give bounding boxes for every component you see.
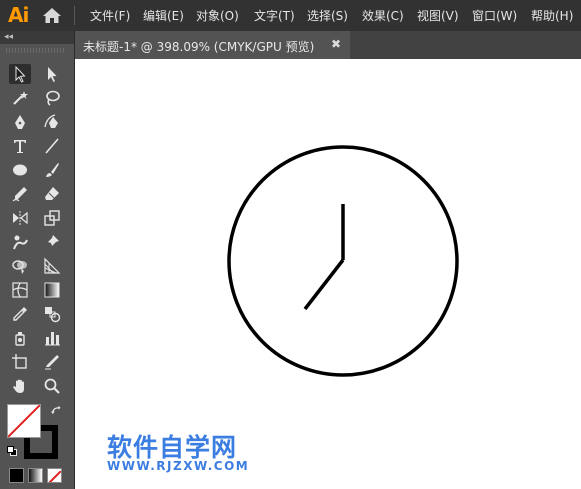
pen-tool[interactable] — [9, 112, 31, 132]
gradient-tool[interactable] — [41, 280, 63, 300]
menu-object[interactable]: 对象(O) — [196, 7, 239, 24]
pen-nib-icon — [15, 115, 25, 129]
magic-wand-tool[interactable] — [9, 88, 31, 108]
artboard-tool[interactable] — [9, 352, 31, 372]
menu-edit[interactable]: 编辑(E) — [143, 7, 184, 24]
zoom-tool[interactable] — [41, 376, 63, 396]
gradient-icon — [44, 282, 60, 298]
magic-wand-icon — [13, 91, 28, 105]
watermark-url: WWW.RJZXW.COM — [107, 459, 250, 473]
home-icon[interactable] — [42, 7, 62, 24]
menu-divider — [74, 6, 75, 25]
puppet-warp-icon — [13, 235, 28, 250]
menu-effect[interactable]: 效果(C) — [362, 7, 404, 24]
perspective-grid-icon — [44, 257, 61, 274]
slice-tool[interactable] — [41, 352, 63, 372]
scale-tool[interactable] — [41, 208, 63, 228]
blend-tool[interactable] — [41, 304, 63, 324]
default-fill-stroke-icon[interactable] — [7, 446, 17, 456]
shape-builder-tool[interactable] — [9, 256, 31, 276]
scale-icon — [44, 210, 60, 226]
panel-grip[interactable] — [6, 48, 66, 53]
puppet-warp-tool[interactable] — [9, 232, 31, 252]
paintbrush-icon — [46, 163, 59, 177]
color-mode-none-button[interactable] — [47, 468, 62, 483]
color-mode-color-button[interactable] — [9, 468, 24, 483]
fill-stroke-swatches — [6, 404, 66, 460]
mesh-tool[interactable] — [9, 280, 31, 300]
clock-icon[interactable] — [75, 59, 581, 489]
selection-arrow-icon — [15, 65, 26, 83]
line-segment-icon — [45, 138, 59, 154]
document-tab[interactable]: 未标题-1* @ 398.09% (CMYK/GPU 预览) ✖ — [75, 31, 350, 59]
symbol-sprayer-tool[interactable] — [9, 328, 31, 348]
blend-icon — [45, 307, 61, 323]
lasso-icon — [46, 90, 60, 106]
eyedropper-tool[interactable] — [9, 304, 31, 324]
menu-window[interactable]: 窗口(W) — [472, 7, 517, 24]
artboard-icon — [12, 354, 27, 369]
ellipse-tool[interactable] — [9, 160, 31, 180]
app-logo[interactable]: Ai — [8, 3, 29, 27]
shaper-tool[interactable] — [9, 184, 31, 204]
swap-fill-stroke-icon[interactable] — [51, 405, 62, 416]
perspective-grid-tool[interactable] — [41, 256, 63, 276]
paintbrush-tool[interactable] — [41, 160, 63, 180]
panel-header: ◂◂ — [0, 31, 74, 44]
tools-panel: ◂◂ — [0, 31, 75, 489]
column-graph-tool[interactable] — [41, 328, 63, 348]
ellipse-icon — [13, 164, 27, 176]
shape-builder-icon — [12, 260, 27, 274]
curvature-pen-icon — [44, 114, 58, 128]
close-tab-icon[interactable]: ✖ — [331, 37, 341, 51]
menu-view[interactable]: 视图(V) — [417, 7, 459, 24]
direct-selection-tool[interactable] — [41, 64, 63, 84]
menu-select[interactable]: 选择(S) — [307, 7, 348, 24]
curvature-tool[interactable] — [41, 112, 63, 132]
document-tab-title: 未标题-1* @ 398.09% (CMYK/GPU 预览) — [83, 40, 315, 54]
clock-hour-hand — [303, 258, 345, 311]
eraser-tool[interactable] — [41, 184, 63, 204]
mesh-grid-icon — [12, 282, 28, 298]
zoom-magnifier-icon — [44, 378, 60, 394]
reflect-tool[interactable] — [9, 208, 31, 228]
type-t-icon — [14, 140, 26, 153]
pin-icon — [46, 235, 59, 248]
menu-help[interactable]: 帮助(H) — [531, 7, 573, 24]
selection-tool[interactable] — [9, 64, 31, 84]
free-transform-tool[interactable] — [41, 232, 63, 252]
reflect-icon — [13, 211, 28, 225]
symbol-sprayer-icon — [15, 332, 25, 346]
collapse-panel-icon[interactable]: ◂◂ — [4, 31, 13, 43]
eyedropper-icon — [13, 307, 27, 321]
type-tool[interactable] — [9, 136, 31, 156]
direct-selection-arrow-icon — [48, 67, 57, 82]
shaper-pencil-icon — [12, 187, 27, 202]
color-mode-gradient-button[interactable] — [28, 468, 43, 483]
slice-knife-icon — [45, 355, 59, 370]
eraser-icon — [45, 187, 59, 200]
column-graph-icon — [45, 332, 60, 346]
hand-icon — [13, 379, 24, 393]
document-tab-bar: 未标题-1* @ 398.09% (CMYK/GPU 预览) ✖ — [75, 31, 581, 59]
menu-bar: Ai 文件(F) 编辑(E) 对象(O) 文字(T) 选择(S) 效果(C) 视… — [0, 0, 581, 31]
line-segment-tool[interactable] — [41, 136, 63, 156]
fill-swatch-none[interactable] — [7, 404, 41, 438]
menu-type[interactable]: 文字(T) — [254, 7, 295, 24]
hand-tool[interactable] — [9, 376, 31, 396]
menu-file[interactable]: 文件(F) — [90, 7, 130, 24]
artboard-canvas[interactable] — [75, 59, 581, 489]
lasso-tool[interactable] — [41, 88, 63, 108]
